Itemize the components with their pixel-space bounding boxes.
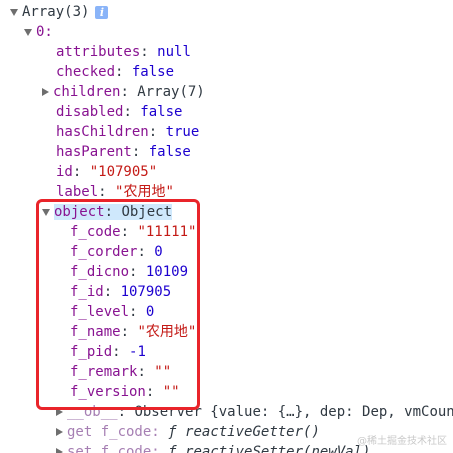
getter-row[interactable]: get f_code: ƒ reactiveGetter(): [56, 422, 320, 442]
prop-value: 107905: [120, 284, 172, 300]
prop-key: f_name: [70, 324, 121, 340]
prop-key: f_code: [70, 224, 121, 240]
prop-value: Observer {value: {…}, dep: Dep, vmCount: [134, 404, 453, 420]
prop-key: f_level: [70, 304, 130, 320]
prop-key: hasParent: [56, 144, 132, 160]
prop-row[interactable]: attributes: null: [56, 42, 191, 62]
prop-key: __ob__: [67, 404, 118, 420]
expand-down-icon[interactable]: [24, 28, 32, 36]
prop-row-children[interactable]: children: Array(7): [42, 82, 205, 102]
prop-value: "农用地": [115, 184, 174, 200]
object-prop-row[interactable]: f_pid: -1: [70, 342, 146, 362]
prop-key: f_remark: [70, 364, 138, 380]
prop-value: false: [148, 144, 191, 160]
prop-value: null: [157, 44, 191, 60]
function-icon: ƒ: [168, 424, 177, 440]
prop-key: f_pid: [70, 344, 113, 360]
prop-value: 10109: [145, 264, 189, 280]
expand-right-icon[interactable]: [56, 428, 63, 436]
setter-row[interactable]: set f_code: ƒ reactiveSetter(newVal): [56, 442, 370, 453]
prop-row[interactable]: hasParent: false: [56, 142, 191, 162]
prop-key: attributes: [56, 44, 141, 60]
object-prop-row[interactable]: f_remark: "": [70, 362, 171, 382]
prop-row[interactable]: hasChildren: true: [56, 122, 199, 142]
getter-label: get f_code:: [67, 424, 160, 440]
object-prop-row[interactable]: f_version: "": [70, 382, 180, 402]
prop-value: 0: [145, 304, 155, 320]
prop-value: true: [165, 124, 200, 140]
prop-row[interactable]: label: "农用地": [56, 182, 174, 202]
prop-value: "": [162, 384, 180, 400]
prop-key: f_id: [70, 284, 104, 300]
prop-value: false: [140, 104, 183, 120]
array-root-row[interactable]: Array(3) i: [10, 2, 109, 22]
setter-value: reactiveSetter(newVal): [185, 444, 371, 453]
getter-value: reactiveGetter(): [185, 424, 320, 440]
prop-key: checked: [56, 64, 116, 80]
object-prop-row[interactable]: f_id: 107905: [70, 282, 171, 302]
prop-value: "107905": [89, 164, 158, 180]
prop-value: "11111": [137, 224, 197, 240]
prop-row[interactable]: checked: false: [56, 62, 174, 82]
prop-key: hasChildren: [56, 124, 149, 140]
ob-row[interactable]: __ob__: Observer {value: {…}, dep: Dep, …: [56, 402, 453, 422]
prop-value: false: [131, 64, 175, 80]
prop-row[interactable]: disabled: false: [56, 102, 182, 122]
object-prop-row[interactable]: f_level: 0: [70, 302, 154, 322]
object-prop-row[interactable]: f_corder: 0: [70, 242, 163, 262]
expand-down-icon[interactable]: [10, 8, 18, 16]
object-prop-row[interactable]: f_code: "11111": [70, 222, 196, 242]
prop-key: id: [56, 164, 73, 180]
expand-down-icon[interactable]: [42, 208, 50, 216]
prop-key: label: [56, 184, 99, 200]
prop-key: children: [53, 84, 121, 100]
setter-label: set f_code:: [67, 444, 160, 453]
expand-right-icon[interactable]: [42, 88, 49, 96]
expand-right-icon[interactable]: [56, 408, 63, 416]
prop-key: object: [54, 204, 105, 220]
prop-value: "农用地": [137, 324, 197, 340]
expand-right-icon[interactable]: [56, 448, 63, 453]
prop-key: f_dicno: [70, 264, 130, 280]
prop-value: Object: [121, 204, 173, 220]
prop-key: disabled: [56, 104, 124, 120]
info-icon: i: [95, 5, 109, 19]
object-prop-row[interactable]: f_dicno: 10109: [70, 262, 188, 282]
prop-key: f_version: [70, 384, 146, 400]
prop-row[interactable]: id: "107905": [56, 162, 157, 182]
prop-value: -1: [129, 344, 146, 360]
prop-value: "": [154, 364, 172, 380]
prop-value: Array(7): [137, 84, 205, 100]
array-root-label: Array(3): [22, 4, 90, 20]
function-icon: ƒ: [168, 444, 177, 453]
prop-key: f_corder: [70, 244, 138, 260]
watermark: @稀土掘金技术社区: [357, 436, 447, 447]
prop-row-object[interactable]: object: Object: [42, 202, 173, 222]
object-prop-row[interactable]: f_name: "农用地": [70, 322, 196, 342]
array-index-label: 0:: [36, 24, 53, 40]
prop-value: 0: [154, 244, 163, 260]
array-item-0-row[interactable]: 0:: [24, 22, 53, 42]
